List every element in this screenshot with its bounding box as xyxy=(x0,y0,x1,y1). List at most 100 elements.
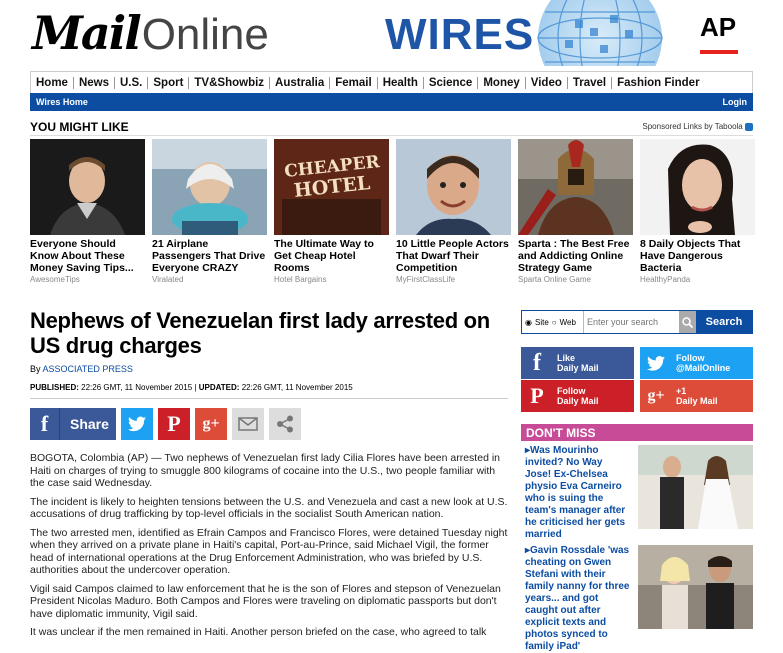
nav-travel[interactable]: Travel xyxy=(568,76,613,89)
ap-text: AP xyxy=(700,12,737,42)
pinterest-follow-button[interactable]: P Follow Daily Mail xyxy=(521,380,634,412)
facebook-share-button[interactable]: f Share xyxy=(30,408,116,440)
pin-line2: Daily Mail xyxy=(557,396,599,406)
dont-miss-header: DON'T MISS xyxy=(521,424,753,441)
you-might-like-title: YOU MIGHT LIKE xyxy=(30,119,129,134)
gp-line2: Daily Mail xyxy=(676,396,718,406)
googleplus-share-button[interactable]: g+ xyxy=(195,408,227,440)
facebook-icon: f xyxy=(533,349,541,376)
promo-title: Everyone Should Know About These Money S… xyxy=(30,238,134,274)
promo-title: 10 Little People Actors That Dwarf Their… xyxy=(396,238,509,274)
sub-nav: Wires Home Login xyxy=(30,93,753,111)
pinterest-icon: P xyxy=(530,383,544,408)
article-body: BOGOTA, Colombia (AP) — Two nephews of V… xyxy=(30,452,508,639)
share-bar: f Share P g+ xyxy=(30,408,508,440)
dont-miss-item[interactable]: ▸Gavin Rossdale 'was cheating on Gwen St… xyxy=(521,545,753,653)
hotel-sign: CHEAPER HOTEL xyxy=(280,152,384,202)
main-nav: Home News U.S. Sport TV&Showbiz Australi… xyxy=(30,71,753,93)
nav-health[interactable]: Health xyxy=(378,76,424,89)
promo-source: AwesomeTips xyxy=(30,275,80,284)
email-share-button[interactable] xyxy=(232,408,264,440)
article-headline: Nephews of Venezuelan first lady arreste… xyxy=(30,308,490,358)
web-radio-label: Web xyxy=(559,317,576,327)
tw-line1: Follow xyxy=(676,353,705,363)
nav-money[interactable]: Money xyxy=(478,76,526,89)
ap-underline xyxy=(700,50,738,54)
search-icon[interactable] xyxy=(679,311,696,333)
article-paragraph: BOGOTA, Colombia (AP) — Two nephews of V… xyxy=(30,452,500,489)
promo-card[interactable]: 10 Little People Actors That Dwarf Their… xyxy=(396,139,511,284)
promo-image xyxy=(152,139,267,235)
ap-logo: AP xyxy=(700,12,740,54)
promo-title: The Ultimate Way to Get Cheap Hotel Room… xyxy=(274,238,374,274)
dont-miss-text: Gavin Rossdale 'was cheating on Gwen Ste… xyxy=(525,545,630,652)
taboola-icon xyxy=(745,122,753,131)
login-link[interactable]: Login xyxy=(723,97,748,107)
spartan-warrior-image xyxy=(518,139,633,235)
promo-title: Sparta : The Best Free and Addicting Onl… xyxy=(518,238,630,274)
promo-image xyxy=(396,139,511,235)
logo-mail: Mail xyxy=(32,6,142,60)
share-icon xyxy=(277,415,293,433)
nav-sport[interactable]: Sport xyxy=(148,76,190,89)
pinterest-icon: P xyxy=(167,411,181,436)
share-label: Share xyxy=(70,416,109,432)
nav-news[interactable]: News xyxy=(74,76,115,89)
fb-line1: Like xyxy=(557,353,576,363)
googleplus-icon: g+ xyxy=(202,415,220,432)
nav-science[interactable]: Science xyxy=(424,76,479,89)
dont-miss-text: Was Mourinho invited? No Way Jose! Ex-Ch… xyxy=(525,445,626,540)
airplane-passenger-image xyxy=(152,139,267,235)
facebook-like-button[interactable]: f Like Daily Mail xyxy=(521,347,634,379)
taboola-sponsor-link[interactable]: Sponsored Links by Taboola xyxy=(642,122,753,131)
couple-photo xyxy=(638,545,753,629)
nav-femail[interactable]: Femail xyxy=(330,76,378,89)
promo-card[interactable]: Sparta : The Best Free and Addicting Onl… xyxy=(518,139,633,284)
twitter-follow-button[interactable]: Follow @MailOnline xyxy=(640,347,753,379)
wires-banner: WIRES xyxy=(385,0,695,66)
logo-online: Online xyxy=(141,10,269,59)
wires-home-link[interactable]: Wires Home xyxy=(36,97,88,107)
pinterest-share-button[interactable]: P xyxy=(158,408,190,440)
nav-home[interactable]: Home xyxy=(31,76,74,89)
web-radio[interactable]: ○ xyxy=(552,318,557,327)
promo-card[interactable]: 21 Airplane Passengers That Drive Everyo… xyxy=(152,139,267,284)
man-portrait-image xyxy=(30,139,145,235)
nav-fashion-finder[interactable]: Fashion Finder xyxy=(612,77,704,89)
published-date: 22:26 GMT, 11 November 2015 xyxy=(81,383,193,392)
wires-title: WIRES xyxy=(385,10,535,59)
publish-info: PUBLISHED: 22:26 GMT, 11 November 2015 |… xyxy=(30,383,508,399)
envelope-icon xyxy=(238,417,258,431)
author-link[interactable]: ASSOCIATED PRESS xyxy=(43,364,133,374)
promo-card[interactable]: CHEAPER HOTEL The Ultimate Way to Get Ch… xyxy=(274,139,389,284)
pub-separator: | xyxy=(194,383,197,392)
promo-title: 21 Airplane Passengers That Drive Everyo… xyxy=(152,238,266,274)
tw-line2: @MailOnline xyxy=(676,363,731,373)
googleplus-follow-button[interactable]: g+ +1 Daily Mail xyxy=(640,380,753,412)
nav-australia[interactable]: Australia xyxy=(270,76,331,89)
search-input[interactable] xyxy=(584,311,679,333)
more-share-button[interactable] xyxy=(269,408,301,440)
dont-miss-item[interactable]: ▸Was Mourinho invited? No Way Jose! Ex-C… xyxy=(521,445,753,541)
article: Nephews of Venezuelan first lady arreste… xyxy=(30,308,508,645)
byline-prefix: By xyxy=(30,364,41,374)
actor-portrait-image xyxy=(396,139,511,235)
twitter-share-button[interactable] xyxy=(121,408,153,440)
twitter-icon xyxy=(640,347,672,379)
promo-image xyxy=(640,139,755,235)
googleplus-icon: g+ xyxy=(647,387,665,404)
you-might-like: YOU MIGHT LIKE Sponsored Links by Tabool… xyxy=(30,118,755,284)
promo-card[interactable]: 8 Daily Objects That Have Dangerous Bact… xyxy=(640,139,755,284)
woman-portrait-image xyxy=(640,139,755,235)
promo-card[interactable]: Everyone Should Know About These Money S… xyxy=(30,139,145,284)
wedding-photo xyxy=(638,445,753,529)
updated-label: UPDATED: xyxy=(198,383,240,392)
nav-tvshowbiz[interactable]: TV&Showbiz xyxy=(189,76,271,89)
search-button[interactable]: Search xyxy=(696,311,752,333)
byline: By ASSOCIATED PRESS xyxy=(30,364,508,374)
mailonline-logo[interactable]: Mail Online xyxy=(32,6,269,60)
nav-us[interactable]: U.S. xyxy=(115,76,149,89)
site-radio[interactable]: ◉ xyxy=(525,318,532,327)
promo-image: CHEAPER HOTEL xyxy=(274,139,389,235)
nav-video[interactable]: Video xyxy=(526,76,568,89)
